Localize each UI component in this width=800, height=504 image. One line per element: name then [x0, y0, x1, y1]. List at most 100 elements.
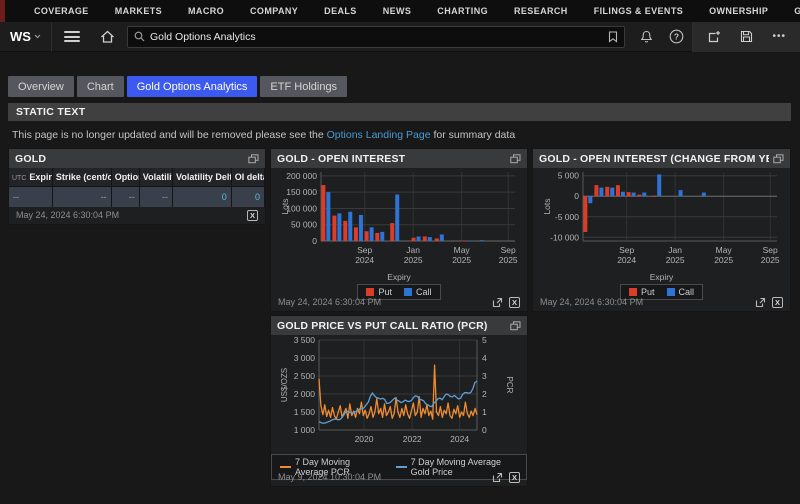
gold-table: UTCExpiryStrike (cent/oz)OptionVolatilit… [9, 168, 265, 207]
gold-panel-title: GOLD [15, 153, 244, 165]
bookmark-icon[interactable] [608, 31, 618, 43]
open-interest-timestamp: May 24, 2024 6:30:04 PM [278, 297, 381, 307]
nav-item-filings-events[interactable]: FILINGS & EVENTS [594, 6, 683, 16]
popout-icon[interactable] [510, 154, 521, 164]
svg-text:PCR: PCR [505, 377, 514, 394]
svg-text:2025: 2025 [714, 255, 733, 265]
gold-timestamp: May 24, 2024 6:30:04 PM [16, 210, 119, 220]
gold-price-pcr-footer: May 9, 2024 10:30:04 PM X [271, 468, 527, 486]
cell-option: -- [111, 187, 139, 208]
svg-text:1: 1 [482, 407, 487, 417]
toolbar-action-group: ••• [693, 22, 800, 52]
nav-item-markets[interactable]: MARKETS [115, 6, 162, 16]
nav-item-research[interactable]: RESEARCH [514, 6, 568, 16]
notifications-bell-icon[interactable] [640, 30, 653, 44]
svg-text:2 000: 2 000 [294, 389, 316, 399]
svg-text:0: 0 [312, 236, 317, 246]
nav-item-coverage[interactable]: COVERAGE [34, 6, 89, 16]
nav-item-company[interactable]: COMPANY [250, 6, 298, 16]
svg-text:100 000: 100 000 [286, 203, 317, 213]
notice-text-pre: This page is no longer updated and will … [12, 129, 327, 141]
svg-text:-5 000: -5 000 [555, 212, 579, 222]
column-header-volatility-delta[interactable]: Volatility Delta [172, 168, 231, 187]
cell-expiry: -- [9, 187, 52, 208]
svg-text:Jan: Jan [668, 245, 682, 255]
open-interest-footer: May 24, 2024 6:30:04 PM X [271, 293, 527, 311]
excel-export-icon[interactable]: X [247, 210, 258, 221]
help-icon[interactable]: ? [669, 29, 684, 44]
tab-gold-options-analytics[interactable]: Gold Options Analytics [127, 76, 258, 97]
gold-price-pcr-timestamp: May 9, 2024 10:30:04 PM [278, 472, 381, 482]
notice-text-post: for summary data [431, 129, 516, 141]
more-options-icon[interactable]: ••• [772, 31, 786, 42]
nav-item-news[interactable]: NEWS [383, 6, 412, 16]
svg-text:1 000: 1 000 [294, 425, 316, 435]
app-logo[interactable]: WS [0, 29, 51, 44]
external-link-icon[interactable] [492, 472, 503, 483]
excel-export-icon[interactable]: X [509, 472, 520, 483]
export-new-icon[interactable] [707, 30, 721, 44]
open-interest-panel: GOLD - OPEN INTEREST Sep2024Jan2025May20… [270, 148, 528, 312]
open-interest-change-header: GOLD - OPEN INTEREST (CHANGE FROM YEST..… [533, 149, 790, 168]
external-link-icon[interactable] [492, 297, 503, 308]
column-header-expiry[interactable]: UTCExpiry [9, 168, 52, 187]
svg-text:May: May [454, 245, 471, 255]
svg-text:Sep: Sep [763, 245, 778, 255]
tab-bar: OverviewChartGold Options AnalyticsETF H… [8, 76, 347, 97]
save-icon[interactable] [740, 30, 753, 43]
svg-text:Sep: Sep [501, 245, 516, 255]
open-interest-change-chart: Sep2024Jan2025May2025Sep20255 0000-5 000… [541, 168, 782, 272]
tab-overview[interactable]: Overview [8, 76, 74, 97]
svg-text:2025: 2025 [499, 255, 518, 265]
svg-text:2024: 2024 [355, 255, 374, 265]
svg-text:2020: 2020 [355, 434, 374, 444]
svg-text:2024: 2024 [617, 255, 636, 265]
static-text-title: STATIC TEXT [16, 106, 85, 118]
svg-text:5 000: 5 000 [558, 171, 580, 181]
home-icon[interactable] [100, 30, 115, 44]
open-interest-change-timestamp: May 24, 2024 6:30:04 PM [540, 297, 643, 307]
svg-text:2025: 2025 [761, 255, 780, 265]
nav-item-deals[interactable]: DEALS [324, 6, 357, 16]
svg-text:Lots: Lots [280, 198, 290, 214]
tab-etf-holdings[interactable]: ETF Holdings [260, 76, 347, 97]
gold-price-pcr-title: GOLD PRICE VS PUT CALL RATIO (PCR) [277, 320, 506, 332]
toolbar: WS ? ••• [0, 22, 800, 52]
svg-text:Jan: Jan [406, 245, 420, 255]
svg-text:Sep: Sep [357, 245, 372, 255]
nav-item-macro[interactable]: MACRO [188, 6, 224, 16]
excel-export-icon[interactable]: X [509, 297, 520, 308]
column-header-option[interactable]: Option [111, 168, 139, 187]
gold-table-header-row: UTCExpiryStrike (cent/oz)OptionVolatilit… [9, 168, 265, 187]
open-interest-change-footer: May 24, 2024 6:30:04 PM X [533, 293, 790, 311]
nav-items: COVERAGE MARKETS MACRO COMPANY DEALS NEWS CHAR… [5, 6, 800, 16]
svg-text:US$/OZS: US$/OZS [280, 368, 289, 402]
popout-icon[interactable] [773, 154, 784, 164]
gold-panel-header: GOLD [9, 149, 265, 168]
cell-strike-cent-oz: -- [52, 187, 111, 208]
column-header-volatility[interactable]: Volatility [139, 168, 172, 187]
column-header-oi-delta[interactable]: OI delta [231, 168, 264, 187]
column-header-strike-cent-oz[interactable]: Strike (cent/oz) [52, 168, 111, 187]
divider [51, 22, 52, 52]
search-input[interactable] [150, 31, 608, 43]
excel-export-icon[interactable]: X [772, 297, 783, 308]
tab-chart[interactable]: Chart [77, 76, 124, 97]
open-interest-change-panel: GOLD - OPEN INTEREST (CHANGE FROM YEST..… [532, 148, 791, 312]
svg-text:3 500: 3 500 [294, 335, 316, 345]
top-nav: COVERAGE MARKETS MACRO COMPANY DEALS NEWS CHAR… [0, 0, 800, 22]
nav-item-governance[interactable]: GOVERNANCE [794, 6, 800, 16]
nav-item-charting[interactable]: CHARTING [437, 6, 488, 16]
open-interest-change-xaxis-label: Expiry [533, 272, 790, 283]
svg-text:3 000: 3 000 [294, 353, 316, 363]
popout-icon[interactable] [510, 321, 521, 331]
menu-icon[interactable] [64, 31, 80, 42]
search-box[interactable] [127, 26, 625, 48]
open-interest-chart: Sep2024Jan2025May2025Sep2025200 000150 0… [279, 168, 519, 272]
nav-item-ownership[interactable]: OWNERSHIP [709, 6, 768, 16]
popout-icon[interactable] [248, 154, 259, 164]
options-landing-page-link[interactable]: Options Landing Page [327, 129, 431, 141]
svg-text:50 000: 50 000 [291, 220, 317, 230]
open-interest-panel-header: GOLD - OPEN INTEREST [271, 149, 527, 168]
external-link-icon[interactable] [755, 297, 766, 308]
